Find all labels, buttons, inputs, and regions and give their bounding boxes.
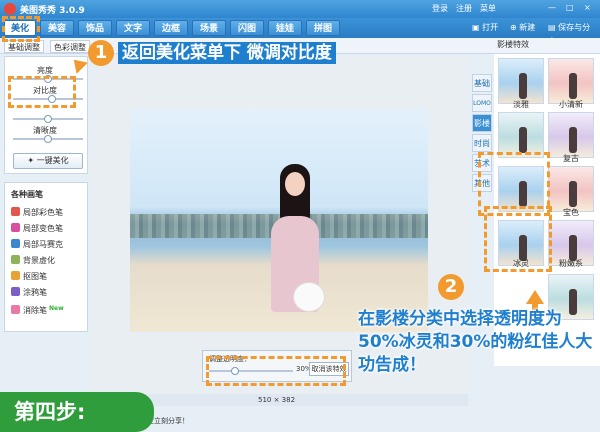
- tab-accessories[interactable]: 饰品: [78, 20, 112, 36]
- folder-icon: ▣: [472, 23, 483, 32]
- tab-flash[interactable]: 闪图: [230, 20, 264, 36]
- brush-item[interactable]: 背景虚化: [11, 255, 55, 267]
- category-fashion[interactable]: 时尚: [472, 134, 492, 152]
- step-2-number: 2: [438, 274, 464, 300]
- filter-thumb[interactable]: [548, 58, 594, 104]
- highlight-contrast: [8, 76, 76, 108]
- brush-item[interactable]: 局部彩色笔: [11, 207, 63, 219]
- open-button[interactable]: ▣ 打开: [468, 21, 502, 35]
- one-key-beautify-button[interactable]: ✦ 一键美化: [13, 153, 83, 169]
- save-icon: ▤: [548, 23, 559, 32]
- filter-header: 影楼特效: [494, 38, 600, 52]
- highlight-opacity: [206, 356, 346, 386]
- minimize-button[interactable]: —: [548, 3, 556, 12]
- subtab-color-adjust[interactable]: 色彩调整: [50, 40, 90, 53]
- image-size: 510 × 382: [258, 396, 296, 404]
- filter-thumb[interactable]: [498, 58, 544, 104]
- filter-label: 粉嫩系: [559, 259, 583, 268]
- brush-item[interactable]: 涂鸦笔: [11, 287, 47, 299]
- tab-doll[interactable]: 娃娃: [268, 20, 302, 36]
- cutout-icon: [11, 271, 20, 280]
- app-logo-icon: [4, 3, 16, 15]
- subject-hat: [293, 282, 325, 312]
- main-tab-bar: 美化 美容 饰品 文字 边框 场景 闪图 娃娃 拼图 ▣ 打开 ⊕ 新建 ▤ 保…: [0, 18, 600, 46]
- sharpness-label: 清晰度: [33, 126, 57, 135]
- slider-knob[interactable]: [44, 115, 52, 123]
- recolor-brush-icon: [11, 223, 20, 232]
- blur-icon: [11, 255, 20, 264]
- tab-border[interactable]: 边框: [154, 20, 188, 36]
- filter-thumb[interactable]: [548, 166, 594, 212]
- magic-wand-icon: ✦: [27, 156, 37, 165]
- eraser-icon: [11, 305, 20, 314]
- filter-label: 宝色: [563, 208, 579, 217]
- filter-label: 小清新: [559, 100, 583, 109]
- arrow-up-icon: [526, 290, 544, 304]
- tab-scene[interactable]: 场景: [192, 20, 226, 36]
- photo-subject: [265, 164, 325, 332]
- highlight-beautify-tab: [2, 16, 40, 42]
- color-brush-icon: [11, 207, 20, 216]
- brush-heading: 各种画笔: [11, 190, 43, 199]
- category-studio[interactable]: 影楼: [472, 114, 492, 132]
- brush-item[interactable]: 消除笔 New: [11, 303, 64, 315]
- filter-label: 淡雅: [513, 100, 529, 109]
- app-title: 美图秀秀 3.0.9: [20, 6, 85, 16]
- photo-preview: [130, 108, 428, 332]
- brightness-label: 亮度: [37, 66, 53, 75]
- doodle-icon: [11, 287, 20, 296]
- filter-label: 复古: [563, 154, 579, 163]
- step-2-callout: 在影楼分类中选择透明度为50%冰灵和30%的粉红佳人大功告成！: [358, 309, 593, 375]
- maximize-button[interactable]: □: [566, 3, 574, 12]
- plus-icon: ⊕: [510, 23, 520, 32]
- brush-item[interactable]: 局部马赛克: [11, 239, 63, 251]
- brush-panel: 各种画笔 局部彩色笔 局部变色笔 局部马赛克 背景虚化 抠图笔 涂鸦笔 消除笔 N…: [4, 182, 88, 332]
- title-bar: 美图秀秀 3.0.9 登录 注册 菜单 — □ ×: [0, 0, 600, 18]
- tab-text[interactable]: 文字: [116, 20, 150, 36]
- tab-face[interactable]: 美容: [40, 20, 74, 36]
- login-link[interactable]: 登录: [432, 3, 448, 14]
- save-share-button[interactable]: ▤ 保存与分享: [544, 21, 600, 46]
- step-1-callout: 返回美化菜单下 微调对比度: [118, 42, 336, 64]
- register-link[interactable]: 注册: [456, 3, 472, 14]
- sharpness-slider[interactable]: [13, 135, 83, 143]
- filter-thumb[interactable]: [548, 112, 594, 158]
- brush-item[interactable]: 局部变色笔: [11, 223, 63, 235]
- new-button[interactable]: ⊕ 新建: [506, 21, 539, 35]
- category-lomo[interactable]: LOMO: [472, 94, 492, 112]
- saturation-slider[interactable]: [13, 115, 83, 123]
- category-basic[interactable]: 基础: [472, 74, 492, 92]
- highlight-ice-filter: [484, 206, 552, 272]
- close-button[interactable]: ×: [584, 3, 591, 12]
- new-badge: New: [49, 305, 64, 312]
- brush-item[interactable]: 抠图笔: [11, 271, 47, 283]
- tab-collage[interactable]: 拼图: [306, 20, 340, 36]
- mosaic-icon: [11, 239, 20, 248]
- subject-face: [285, 172, 305, 196]
- step-1-number: 1: [88, 40, 114, 66]
- slider-knob[interactable]: [44, 135, 52, 143]
- step-badge: 第四步:: [0, 392, 154, 432]
- menu-link[interactable]: 菜单: [480, 3, 496, 14]
